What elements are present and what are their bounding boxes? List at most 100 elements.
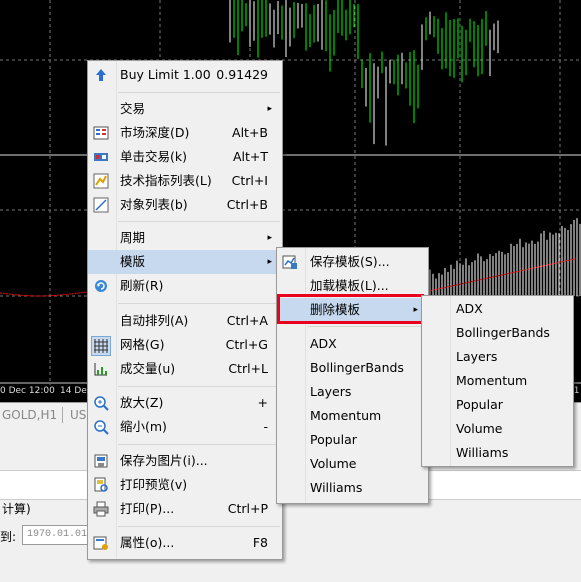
menu-item-template-volume[interactable]: Volume: [277, 452, 428, 476]
calc-label: 计算): [2, 502, 31, 516]
highlight-box: [277, 294, 424, 324]
refresh-icon: [93, 278, 109, 294]
menu-item-label: Popular: [310, 432, 357, 447]
menu-item-template-layers[interactable]: Layers: [277, 380, 428, 404]
menu-item-label: 缩小(m): [120, 419, 167, 434]
menu-item-label: Momentum: [310, 408, 382, 423]
menu-item-label: 周期: [120, 230, 146, 245]
menu-item-auto-arrange[interactable]: 自动排列(A) Ctrl+A: [88, 309, 282, 333]
menu-item-label: 保存为图片(i)...: [120, 453, 208, 468]
save-template-icon: [282, 254, 298, 270]
menu-item-label: Popular: [456, 397, 503, 412]
properties-icon: [93, 535, 109, 551]
menu-item-delete-williams[interactable]: Williams: [422, 441, 573, 465]
menu-item-label: 自动排列(A): [120, 313, 189, 328]
menu-item-label: 模版: [120, 254, 146, 269]
menu-item-delete-volume[interactable]: Volume: [422, 417, 573, 441]
submenu-arrow-icon: ▸: [267, 104, 272, 114]
menu-item-shortcut: Ctrl+B: [226, 197, 268, 212]
time-label: 0 Dec 12:00: [0, 386, 55, 396]
menu-item-save-template[interactable]: 保存模板(S)...: [277, 250, 428, 274]
chart-tab-gold[interactable]: GOLD,H1: [2, 408, 57, 422]
menu-item-label: Layers: [456, 349, 498, 364]
menu-item-label: ADX: [310, 336, 337, 351]
up-arrow-icon: [93, 67, 109, 83]
menu-item-shortcut: Ctrl+A: [226, 313, 268, 328]
menu-separator: [118, 526, 280, 527]
menu-item-template-popular[interactable]: Popular: [277, 428, 428, 452]
chart-tab-us[interactable]: US: [70, 408, 86, 422]
menu-item-grid[interactable]: 网格(G) Ctrl+G: [88, 333, 282, 357]
menu-item-indicators-list[interactable]: 技术指标列表(L) Ctrl+I: [88, 169, 282, 193]
tab-divider: [62, 407, 63, 423]
menu-item-shortcut: Alt+T: [232, 149, 268, 164]
menu-item-volume[interactable]: 成交量(u) Ctrl+L: [88, 357, 282, 381]
menu-item-print-preview[interactable]: 打印预览(v): [88, 473, 282, 497]
menu-separator: [118, 386, 280, 387]
menu-item-label: Momentum: [456, 373, 528, 388]
menu-separator: [118, 444, 280, 445]
menu-item-template[interactable]: 模版 ▸: [88, 250, 282, 274]
menu-item-label: 交易: [120, 101, 146, 116]
market-depth-icon: [93, 125, 109, 141]
one-click-trading-icon: [93, 149, 109, 165]
menu-separator: [118, 303, 280, 304]
menu-item-label: 市场深度(D): [120, 125, 190, 140]
menu-item-objects-list[interactable]: 对象列表(b) Ctrl+B: [88, 193, 282, 217]
menu-item-shortcut: +: [257, 395, 268, 410]
menu-item-zoom-out[interactable]: 缩小(m) -: [88, 415, 282, 439]
zoom-out-icon: [93, 419, 109, 435]
template-submenu: 保存模板(S)... 加载模板(L)... 删除模板 ▸ ADX Bolling…: [276, 247, 429, 504]
submenu-arrow-icon: ▸: [267, 257, 272, 267]
chart-context-menu: Buy Limit 1.00 0.91429 交易 ▸ 市场深度(D) Alt+…: [87, 60, 283, 560]
menu-item-delete-bollingerbands[interactable]: BollingerBands: [422, 321, 573, 345]
menu-item-label: 网格(G): [120, 337, 165, 352]
menu-item-price: 0.91429: [216, 67, 268, 82]
menu-item-delete-layers[interactable]: Layers: [422, 345, 573, 369]
menu-item-shortcut: Ctrl+L: [228, 361, 268, 376]
menu-item-label: 放大(Z): [120, 395, 164, 410]
print-preview-icon: [93, 477, 109, 493]
submenu-arrow-icon: ▸: [267, 233, 272, 243]
menu-item-buy-limit[interactable]: Buy Limit 1.00 0.91429: [88, 63, 282, 87]
menu-separator: [118, 92, 280, 93]
menu-item-delete-momentum[interactable]: Momentum: [422, 369, 573, 393]
menu-item-label: 技术指标列表(L): [120, 173, 212, 188]
menu-item-label: 属性(o)...: [120, 535, 175, 550]
menu-item-delete-adx[interactable]: ADX: [422, 297, 573, 321]
menu-item-label: ADX: [456, 301, 483, 316]
menu-item-one-click-trading[interactable]: 单击交易(k) Alt+T: [88, 145, 282, 169]
to-label: 到:: [0, 530, 17, 544]
menu-item-label: Williams: [310, 480, 363, 495]
menu-item-shortcut: Ctrl+G: [225, 337, 268, 352]
menu-item-trade[interactable]: 交易 ▸: [88, 97, 282, 121]
menu-item-save-image[interactable]: 保存为图片(i)...: [88, 449, 282, 473]
menu-item-label: Buy Limit 1.00: [120, 67, 211, 82]
menu-item-shortcut: -: [263, 419, 268, 434]
menu-item-print[interactable]: 打印(P)... Ctrl+P: [88, 497, 282, 521]
menu-item-delete-popular[interactable]: Popular: [422, 393, 573, 417]
menu-item-template-bollingerbands[interactable]: BollingerBands: [277, 356, 428, 380]
menu-item-label: 保存模板(S)...: [310, 254, 390, 269]
menu-item-label: 单击交易(k): [120, 149, 187, 164]
menu-item-label: 对象列表(b): [120, 197, 188, 212]
delete-template-submenu: ADX BollingerBands Layers Momentum Popul…: [421, 295, 574, 467]
menu-item-label: Layers: [310, 384, 352, 399]
menu-item-market-depth[interactable]: 市场深度(D) Alt+B: [88, 121, 282, 145]
menu-item-properties[interactable]: 属性(o)... F8: [88, 531, 282, 555]
menu-item-period[interactable]: 周期 ▸: [88, 226, 282, 250]
menu-item-label: 打印(P)...: [120, 501, 175, 516]
menu-item-template-williams[interactable]: Williams: [277, 476, 428, 500]
menu-item-label: Volume: [310, 456, 357, 471]
menu-separator: [307, 326, 426, 327]
menu-item-refresh[interactable]: 刷新(R): [88, 274, 282, 298]
indicators-list-icon: [93, 173, 109, 189]
printer-icon: [93, 501, 109, 517]
menu-item-template-adx[interactable]: ADX: [277, 332, 428, 356]
menu-item-label: 刷新(R): [120, 278, 164, 293]
menu-item-template-momentum[interactable]: Momentum: [277, 404, 428, 428]
menu-item-shortcut: F8: [252, 535, 268, 550]
menu-item-label: 成交量(u): [120, 361, 176, 376]
menu-item-zoom-in[interactable]: 放大(Z) +: [88, 391, 282, 415]
menu-item-label: BollingerBands: [310, 360, 404, 375]
